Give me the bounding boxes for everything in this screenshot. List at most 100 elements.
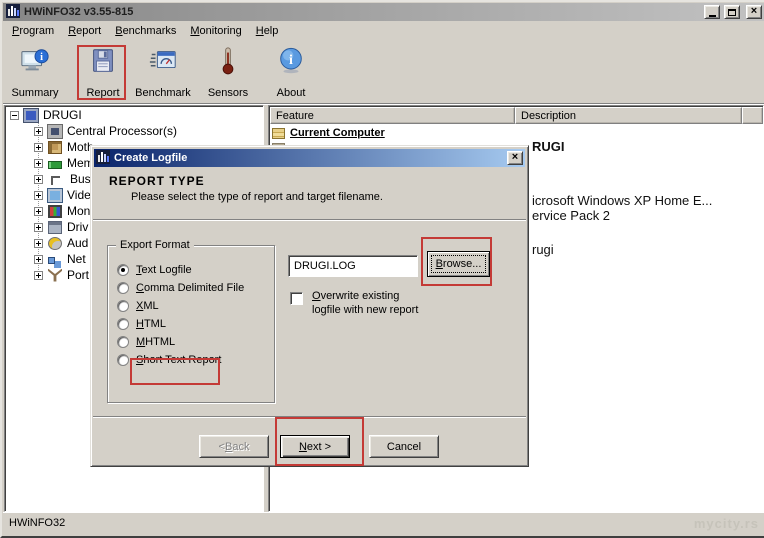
- collapse-icon[interactable]: [10, 110, 19, 120]
- tree-item-label: Vide: [67, 188, 91, 202]
- tree-item-bus[interactable]: Bus: [6, 171, 91, 187]
- expand-icon[interactable]: [34, 190, 43, 200]
- summary-toolbar-button[interactable]: i Summary: [6, 43, 64, 101]
- radio-short-text-report[interactable]: Short Text Report: [117, 353, 221, 367]
- tree-item-audio[interactable]: Aud: [6, 235, 88, 251]
- report-toolbar-button[interactable]: Report: [80, 43, 126, 101]
- tree-item-monitor[interactable]: Mon: [6, 203, 90, 219]
- cancel-button[interactable]: Cancel: [369, 435, 439, 458]
- radio-icon[interactable]: [117, 300, 129, 312]
- port-icon: [48, 268, 62, 282]
- overwrite-checkbox[interactable]: [290, 292, 303, 305]
- overwrite-label-line1[interactable]: Overwrite existing: [312, 290, 399, 302]
- bus-icon: [51, 175, 60, 185]
- tree-item-cpu[interactable]: Central Processor(s): [6, 123, 177, 139]
- focus-rectangle: [431, 255, 486, 273]
- filename-input[interactable]: [288, 255, 418, 277]
- close-icon: ×: [750, 5, 758, 17]
- menu-program[interactable]: Program: [6, 23, 62, 40]
- maximize-button[interactable]: [724, 5, 740, 19]
- tree-item-ports[interactable]: Port: [6, 267, 89, 283]
- expand-icon[interactable]: [34, 174, 43, 184]
- radio-icon[interactable]: [117, 264, 129, 276]
- app-icon: [6, 3, 20, 21]
- radio-icon[interactable]: [117, 336, 129, 348]
- watermark: mycity.rs: [693, 515, 759, 531]
- back-button[interactable]: < Back: [199, 435, 269, 458]
- feature-row-current-computer[interactable]: Current Computer: [272, 125, 385, 141]
- description-computer-name: RUGI: [532, 139, 565, 154]
- radio-label: Text Logfile: [136, 264, 192, 276]
- export-format-group: Export Format Text Logfile Comma Delimit…: [107, 239, 275, 403]
- radio-icon[interactable]: [117, 354, 129, 366]
- benchmark-label: Benchmark: [135, 87, 191, 99]
- tree-item-network[interactable]: Net: [6, 251, 86, 267]
- tree-item-label: Net: [67, 252, 86, 266]
- tree-item-memory[interactable]: Mem: [6, 155, 94, 171]
- about-icon: i: [280, 47, 302, 74]
- close-button[interactable]: ×: [746, 5, 762, 19]
- dialog-titlebar: Create Logfile ×: [94, 149, 525, 167]
- tree-item-root[interactable]: DRUGI: [6, 107, 82, 123]
- toolbar: i Summary Report Benchmark Sensors i Abo…: [3, 41, 764, 104]
- radio-label: Comma Delimited File: [136, 282, 245, 294]
- radio-mhtml[interactable]: MHTML: [117, 335, 175, 349]
- summary-icon: i: [21, 49, 49, 71]
- column-header-blank: [742, 107, 763, 124]
- expand-icon[interactable]: [34, 206, 43, 216]
- expand-icon[interactable]: [34, 142, 43, 152]
- menu-report[interactable]: Report: [62, 23, 109, 40]
- minimize-button[interactable]: [704, 5, 720, 19]
- monitor-icon: [48, 204, 62, 218]
- radio-label: XML: [136, 300, 159, 312]
- sensors-toolbar-button[interactable]: Sensors: [202, 43, 254, 101]
- expand-icon[interactable]: [34, 158, 43, 168]
- radio-html[interactable]: HTML: [117, 317, 166, 331]
- radio-label: MHTML: [136, 336, 176, 348]
- expand-icon[interactable]: [34, 238, 43, 248]
- menu-benchmarks[interactable]: Benchmarks: [109, 23, 184, 40]
- memory-icon: [48, 160, 62, 169]
- next-button[interactable]: Next >: [280, 435, 350, 458]
- expand-icon[interactable]: [34, 126, 43, 136]
- drive-icon: [48, 220, 62, 234]
- expand-icon[interactable]: [34, 270, 43, 280]
- status-bar: HWiNFO32 mycity.rs: [3, 513, 764, 533]
- column-header-feature[interactable]: Feature: [270, 107, 515, 124]
- dialog-close-button[interactable]: ×: [507, 151, 523, 165]
- audio-icon: [48, 236, 62, 250]
- tree-item-drives[interactable]: Driv: [6, 219, 88, 235]
- menu-monitoring[interactable]: Monitoring: [184, 23, 249, 40]
- browse-button[interactable]: Browse...: [427, 251, 490, 277]
- menu-help[interactable]: Help: [250, 23, 287, 40]
- tree-item-video[interactable]: Vide: [6, 187, 91, 203]
- status-text: HWiNFO32: [9, 517, 66, 529]
- radio-icon[interactable]: [117, 318, 129, 330]
- sensors-icon: [222, 47, 234, 75]
- tree-item-label: Driv: [67, 220, 89, 234]
- export-format-label: Export Format: [116, 239, 194, 251]
- about-toolbar-button[interactable]: i About: [264, 43, 318, 101]
- radio-xml[interactable]: XML: [117, 299, 159, 313]
- svg-text:i: i: [289, 52, 293, 68]
- button-separator: [93, 416, 526, 418]
- header-separator: [93, 219, 526, 221]
- column-header-description[interactable]: Description: [515, 107, 742, 124]
- radio-text-logfile[interactable]: Text Logfile: [117, 263, 192, 277]
- dialog-title: Create Logfile: [114, 152, 188, 164]
- main-window: HWiNFO32 v3.55-815 × Program Report Benc…: [0, 0, 764, 538]
- tree-item-motherboard[interactable]: Moth: [6, 139, 94, 155]
- overwrite-label-line2[interactable]: logfile with new report: [312, 304, 418, 316]
- expand-icon[interactable]: [34, 222, 43, 232]
- benchmark-toolbar-button[interactable]: Benchmark: [130, 43, 196, 101]
- radio-icon[interactable]: [117, 282, 129, 294]
- radio-comma-delimited[interactable]: Comma Delimited File: [117, 281, 244, 295]
- cpu-icon: [47, 123, 63, 139]
- computer-icon: [23, 107, 39, 123]
- motherboard-icon: [48, 140, 62, 154]
- tree-item-label: Bus: [70, 172, 91, 186]
- close-icon: ×: [511, 151, 519, 163]
- feature-label: Current Computer: [290, 127, 385, 139]
- dialog-app-icon: [96, 149, 110, 167]
- expand-icon[interactable]: [34, 254, 43, 264]
